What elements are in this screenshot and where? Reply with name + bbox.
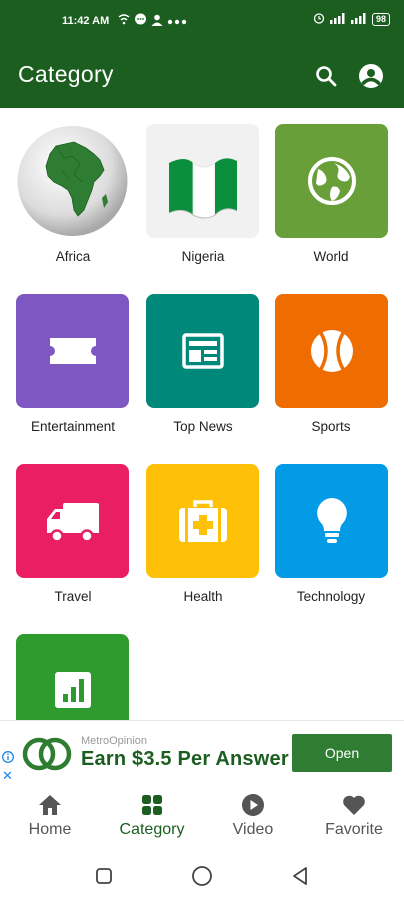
category-tile-technology[interactable] xyxy=(275,464,388,578)
medical-kit-icon xyxy=(178,500,227,542)
category-label: Travel xyxy=(54,589,92,604)
page-title: Category xyxy=(18,61,114,87)
system-nav xyxy=(0,850,404,900)
newspaper-icon xyxy=(181,333,224,369)
nav-item-home[interactable]: Home xyxy=(5,793,95,839)
category-label: Top News xyxy=(173,419,233,434)
category-tile-stats[interactable] xyxy=(16,634,129,720)
nav-label: Home xyxy=(28,821,72,838)
recent-apps-button[interactable] xyxy=(92,864,116,888)
ad-brand: MetroOpinion xyxy=(81,735,148,747)
play-circle-icon xyxy=(242,794,264,816)
grid-icon xyxy=(142,795,162,815)
wifi-call-icon xyxy=(118,14,130,28)
category-label: Nigeria xyxy=(181,249,225,264)
search-button[interactable] xyxy=(312,62,340,90)
category-label: Sports xyxy=(311,419,351,434)
account-icon xyxy=(359,64,383,88)
back-button[interactable] xyxy=(288,864,312,888)
category-tile-world[interactable] xyxy=(275,124,388,238)
truck-icon xyxy=(46,503,99,543)
ad-banner[interactable]: ✕ MetroOpinion Earn $3.5 Per Answer Open xyxy=(0,720,404,786)
category-tile-africa[interactable] xyxy=(16,124,129,238)
nav-label: Video xyxy=(232,821,274,838)
alarm-icon xyxy=(313,12,325,27)
africa-globe-icon xyxy=(17,126,128,236)
status-bar: 11:42 AM 98 xyxy=(0,0,404,44)
category-label: Health xyxy=(183,589,223,604)
account-button[interactable] xyxy=(357,62,385,90)
nav-item-favorite[interactable]: Favorite xyxy=(309,793,399,839)
category-tile-entertainment[interactable] xyxy=(16,294,129,408)
nav-label: Favorite xyxy=(325,821,383,838)
lightbulb-icon xyxy=(316,498,347,543)
category-tile-health[interactable] xyxy=(146,464,259,578)
category-tile-travel[interactable] xyxy=(16,464,129,578)
system-home-button[interactable] xyxy=(190,864,214,888)
ad-open-button[interactable]: Open xyxy=(292,734,392,772)
status-icons-left xyxy=(118,13,187,29)
signal-icon xyxy=(350,12,367,27)
globe-icon xyxy=(307,157,356,205)
search-icon xyxy=(316,66,337,87)
category-tile-top-news[interactable] xyxy=(146,294,259,408)
ad-info-icon[interactable] xyxy=(2,751,14,766)
status-icons-right: 98 xyxy=(313,12,390,27)
home-circle-icon xyxy=(192,866,212,886)
app-bar: Category xyxy=(0,44,404,108)
tennis-ball-icon xyxy=(310,330,353,372)
heart-icon xyxy=(343,795,365,815)
category-label: Entertainment xyxy=(30,419,116,434)
nav-label: Category xyxy=(119,821,185,838)
battery-indicator: 98 xyxy=(371,13,390,26)
ad-headline: Earn $3.5 Per Answer xyxy=(81,748,289,770)
status-time: 11:42 AM xyxy=(62,15,110,27)
signal-icon xyxy=(329,12,346,27)
more-dots-icon xyxy=(167,14,187,28)
ticket-icon xyxy=(49,338,96,364)
category-label: Africa xyxy=(55,249,91,264)
nav-item-category[interactable]: Category xyxy=(107,793,197,839)
back-icon xyxy=(293,867,307,885)
nigeria-flag-icon xyxy=(168,158,237,219)
chat-bubble-icon xyxy=(134,13,147,29)
category-tile-nigeria[interactable] xyxy=(146,124,259,238)
ad-logo xyxy=(22,737,72,771)
nav-item-video[interactable]: Video xyxy=(208,793,298,839)
bottom-nav: Home Category Video Favorite xyxy=(0,787,404,849)
recent-apps-icon xyxy=(96,868,112,884)
ad-close-icon[interactable]: ✕ xyxy=(2,768,13,784)
category-label: World xyxy=(313,249,349,264)
home-icon xyxy=(39,795,61,815)
bar-chart-icon xyxy=(54,672,91,708)
person-icon xyxy=(151,14,163,29)
category-label: Technology xyxy=(296,589,366,604)
category-tile-sports[interactable] xyxy=(275,294,388,408)
